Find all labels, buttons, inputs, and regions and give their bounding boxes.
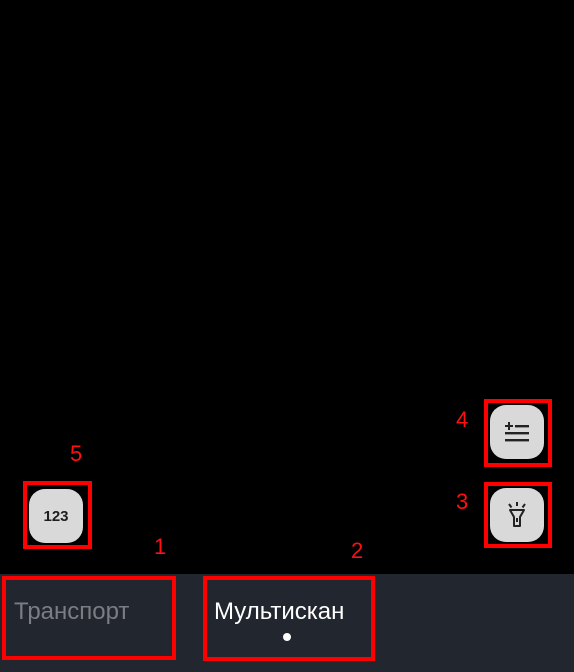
- annotation-marker-3: 3: [456, 489, 469, 514]
- annotation-marker-5: 5: [70, 441, 83, 466]
- highlight-box-2: [203, 576, 375, 661]
- highlight-box-1: [2, 576, 176, 660]
- highlight-box-4: [484, 399, 552, 467]
- highlight-box-5: [23, 481, 92, 549]
- annotation-marker-1: 1: [154, 534, 167, 559]
- annotation-marker-2: 2: [351, 538, 364, 563]
- highlight-box-3: [484, 482, 552, 548]
- annotation-marker-4: 4: [456, 407, 469, 432]
